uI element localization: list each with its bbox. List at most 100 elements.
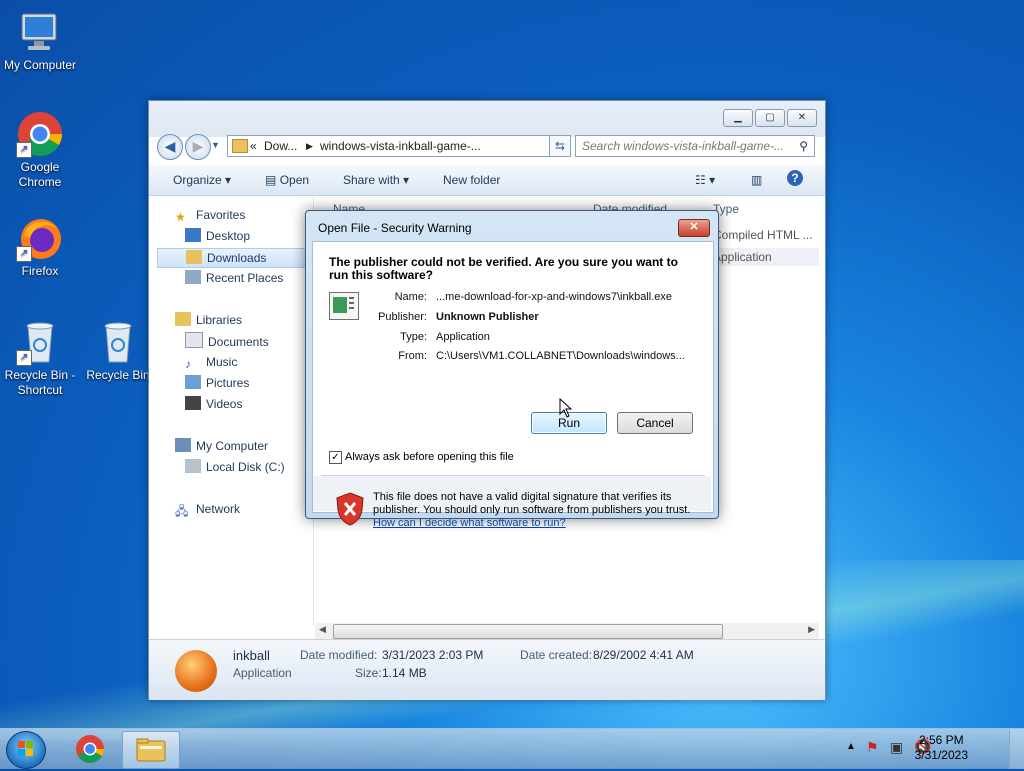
open-button[interactable]: ▤ Open	[265, 173, 309, 187]
breadcrumb-separator-icon[interactable]: ▶	[306, 136, 313, 156]
nav-downloads[interactable]: Downloads	[157, 248, 317, 268]
windows-logo-icon	[18, 741, 33, 756]
clock-date: 3/31/2023	[914, 748, 968, 762]
shortcut-arrow-icon: ↗	[16, 246, 32, 262]
nav-recent-places[interactable]: Recent Places	[185, 269, 283, 287]
desktop-icon-recycle-bin-shortcut[interactable]: ↗ Recycle Bin - Shortcut	[0, 318, 80, 398]
publisher-value: Unknown Publisher	[436, 311, 539, 323]
cancel-button[interactable]: Cancel	[617, 412, 693, 434]
nav-my-computer[interactable]: My Computer	[175, 437, 268, 455]
organize-menu[interactable]: Organize ▾	[173, 173, 231, 187]
nav-videos[interactable]: Videos	[185, 395, 242, 413]
system-clock[interactable]: 2:56 PM 3/31/2023	[915, 733, 968, 763]
recent-places-icon	[185, 270, 201, 284]
details-file-name: inkball	[233, 648, 270, 663]
recycle-bin-icon	[94, 318, 142, 366]
close-button[interactable]: ✕	[787, 109, 817, 127]
nav-libraries[interactable]: Libraries	[175, 311, 242, 329]
recent-pages-chevron-icon[interactable]: ▼	[211, 140, 220, 150]
views-icon[interactable]: ☷ ▾	[695, 173, 715, 187]
nav-pictures[interactable]: Pictures	[185, 374, 249, 392]
maximize-button[interactable]: ▢	[755, 109, 785, 127]
back-button[interactable]: ◀	[157, 134, 183, 160]
mouse-cursor-icon	[559, 398, 573, 418]
refresh-icon[interactable]: ⇆	[549, 135, 571, 157]
nav-label: Libraries	[196, 313, 243, 327]
name-label: Name:	[394, 291, 427, 303]
desktop-icon-firefox[interactable]: ↗ Firefox	[0, 214, 80, 279]
nav-label: Desktop	[206, 229, 251, 243]
details-date-modified: 3/31/2023 2:03 PM	[382, 648, 484, 662]
help-link[interactable]: How can I decide what software to run?	[373, 517, 566, 529]
address-overflow[interactable]: «	[250, 136, 257, 156]
nav-local-disk[interactable]: Local Disk (C:)	[185, 458, 285, 476]
always-ask-checkbox[interactable]: ✓	[329, 451, 342, 464]
scroll-right-icon[interactable]: ▶	[808, 624, 815, 635]
warning-text: This file does not have a valid digital …	[373, 491, 691, 516]
nav-label: Music	[206, 355, 238, 369]
shortcut-arrow-icon: ↗	[16, 350, 32, 366]
command-bar: Organize ▾ ▤ Open Share with ▾ New folde…	[149, 165, 825, 196]
desktop-icon	[185, 228, 201, 242]
breadcrumb-downloads[interactable]: Dow...	[264, 136, 297, 156]
libraries-icon	[175, 312, 191, 326]
desktop-icon-google-chrome[interactable]: ↗ Google Chrome	[0, 110, 80, 190]
nav-network[interactable]: 🖧 Network	[175, 500, 240, 518]
nav-label: Favorites	[196, 208, 246, 222]
address-bar[interactable]: « Dow... ▶ windows-vista-inkball-game-..…	[227, 135, 567, 157]
dialog-title: Open File - Security Warning	[318, 221, 472, 235]
nav-favorites[interactable]: ★ Favorites	[175, 206, 245, 224]
warning-message: This file does not have a valid digital …	[373, 491, 693, 530]
desktop-icon-label: Firefox	[21, 264, 59, 278]
taskbar-explorer[interactable]	[122, 731, 180, 769]
row-type: Compiled HTML ...	[713, 228, 813, 242]
details-pane: inkball Application Date modified: 3/31/…	[149, 639, 825, 700]
new-folder-button[interactable]: New folder	[443, 173, 500, 187]
nav-label: Documents	[208, 335, 269, 349]
type-value: Application	[436, 331, 490, 343]
network-status-icon[interactable]: ▣	[890, 739, 903, 756]
scrollbar-thumb[interactable]	[333, 624, 723, 639]
scroll-left-icon[interactable]: ◀	[319, 624, 326, 635]
nav-documents[interactable]: Documents	[185, 332, 269, 350]
help-icon[interactable]: ?	[787, 170, 803, 186]
organize-label: Organize	[173, 173, 222, 187]
dialog-heading: The publisher could not be verified. Are…	[329, 255, 678, 282]
details-date-created-label: Date created:	[520, 648, 593, 662]
nav-desktop[interactable]: Desktop	[185, 227, 250, 245]
horizontal-scrollbar[interactable]: ◀ ▶	[315, 623, 819, 639]
start-button[interactable]	[6, 731, 46, 769]
nav-label: Local Disk (C:)	[206, 460, 285, 474]
nav-music[interactable]: ♪ Music	[185, 353, 237, 371]
forward-button[interactable]: ▶	[185, 134, 211, 160]
computer-icon	[16, 8, 64, 56]
minimize-button[interactable]: ▁	[723, 109, 753, 127]
nav-label: My Computer	[196, 439, 269, 453]
search-input[interactable]: Search windows-vista-inkball-game-... ⚲	[575, 135, 815, 157]
hard-drive-icon	[185, 459, 201, 473]
table-row[interactable]: Application	[705, 248, 819, 266]
inkball-app-icon	[175, 650, 217, 692]
desktop-icon-label: Recycle Bin - Shortcut	[4, 368, 76, 397]
desktop-icon-recycle-bin[interactable]: Recycle Bin	[78, 318, 158, 383]
action-center-flag-icon[interactable]: ⚑	[866, 739, 879, 756]
clock-time: 2:56 PM	[918, 733, 964, 747]
dialog-close-button[interactable]: ✕	[678, 219, 710, 237]
navigation-pane: ★ Favorites Desktop Downloads Recent Plac…	[149, 196, 317, 626]
publisher-label: Publisher:	[378, 311, 427, 323]
table-row[interactable]: Compiled HTML ...	[713, 226, 819, 244]
desktop-icon-my-computer[interactable]: My Computer	[0, 8, 80, 73]
show-desktop-button[interactable]	[1009, 729, 1024, 769]
taskbar-chrome[interactable]	[62, 731, 118, 767]
nav-label: Pictures	[206, 376, 250, 390]
desktop-icon-label: Google Chrome	[18, 160, 62, 189]
nav-label: Downloads	[207, 251, 267, 265]
preview-pane-icon[interactable]: ▥	[751, 173, 762, 187]
share-with-menu[interactable]: Share with ▾	[343, 173, 409, 187]
breadcrumb-folder[interactable]: windows-vista-inkball-game-...	[320, 136, 481, 156]
videos-icon	[185, 396, 201, 410]
taskbar: ▲ ⚑ ▣ 🔇 2:56 PM 3/31/2023	[0, 728, 1024, 769]
show-hidden-icons-chevron-icon[interactable]: ▲	[846, 741, 856, 752]
always-ask-label[interactable]: Always ask before opening this file	[345, 451, 514, 463]
details-date-created: 8/29/2002 4:41 AM	[593, 648, 694, 662]
